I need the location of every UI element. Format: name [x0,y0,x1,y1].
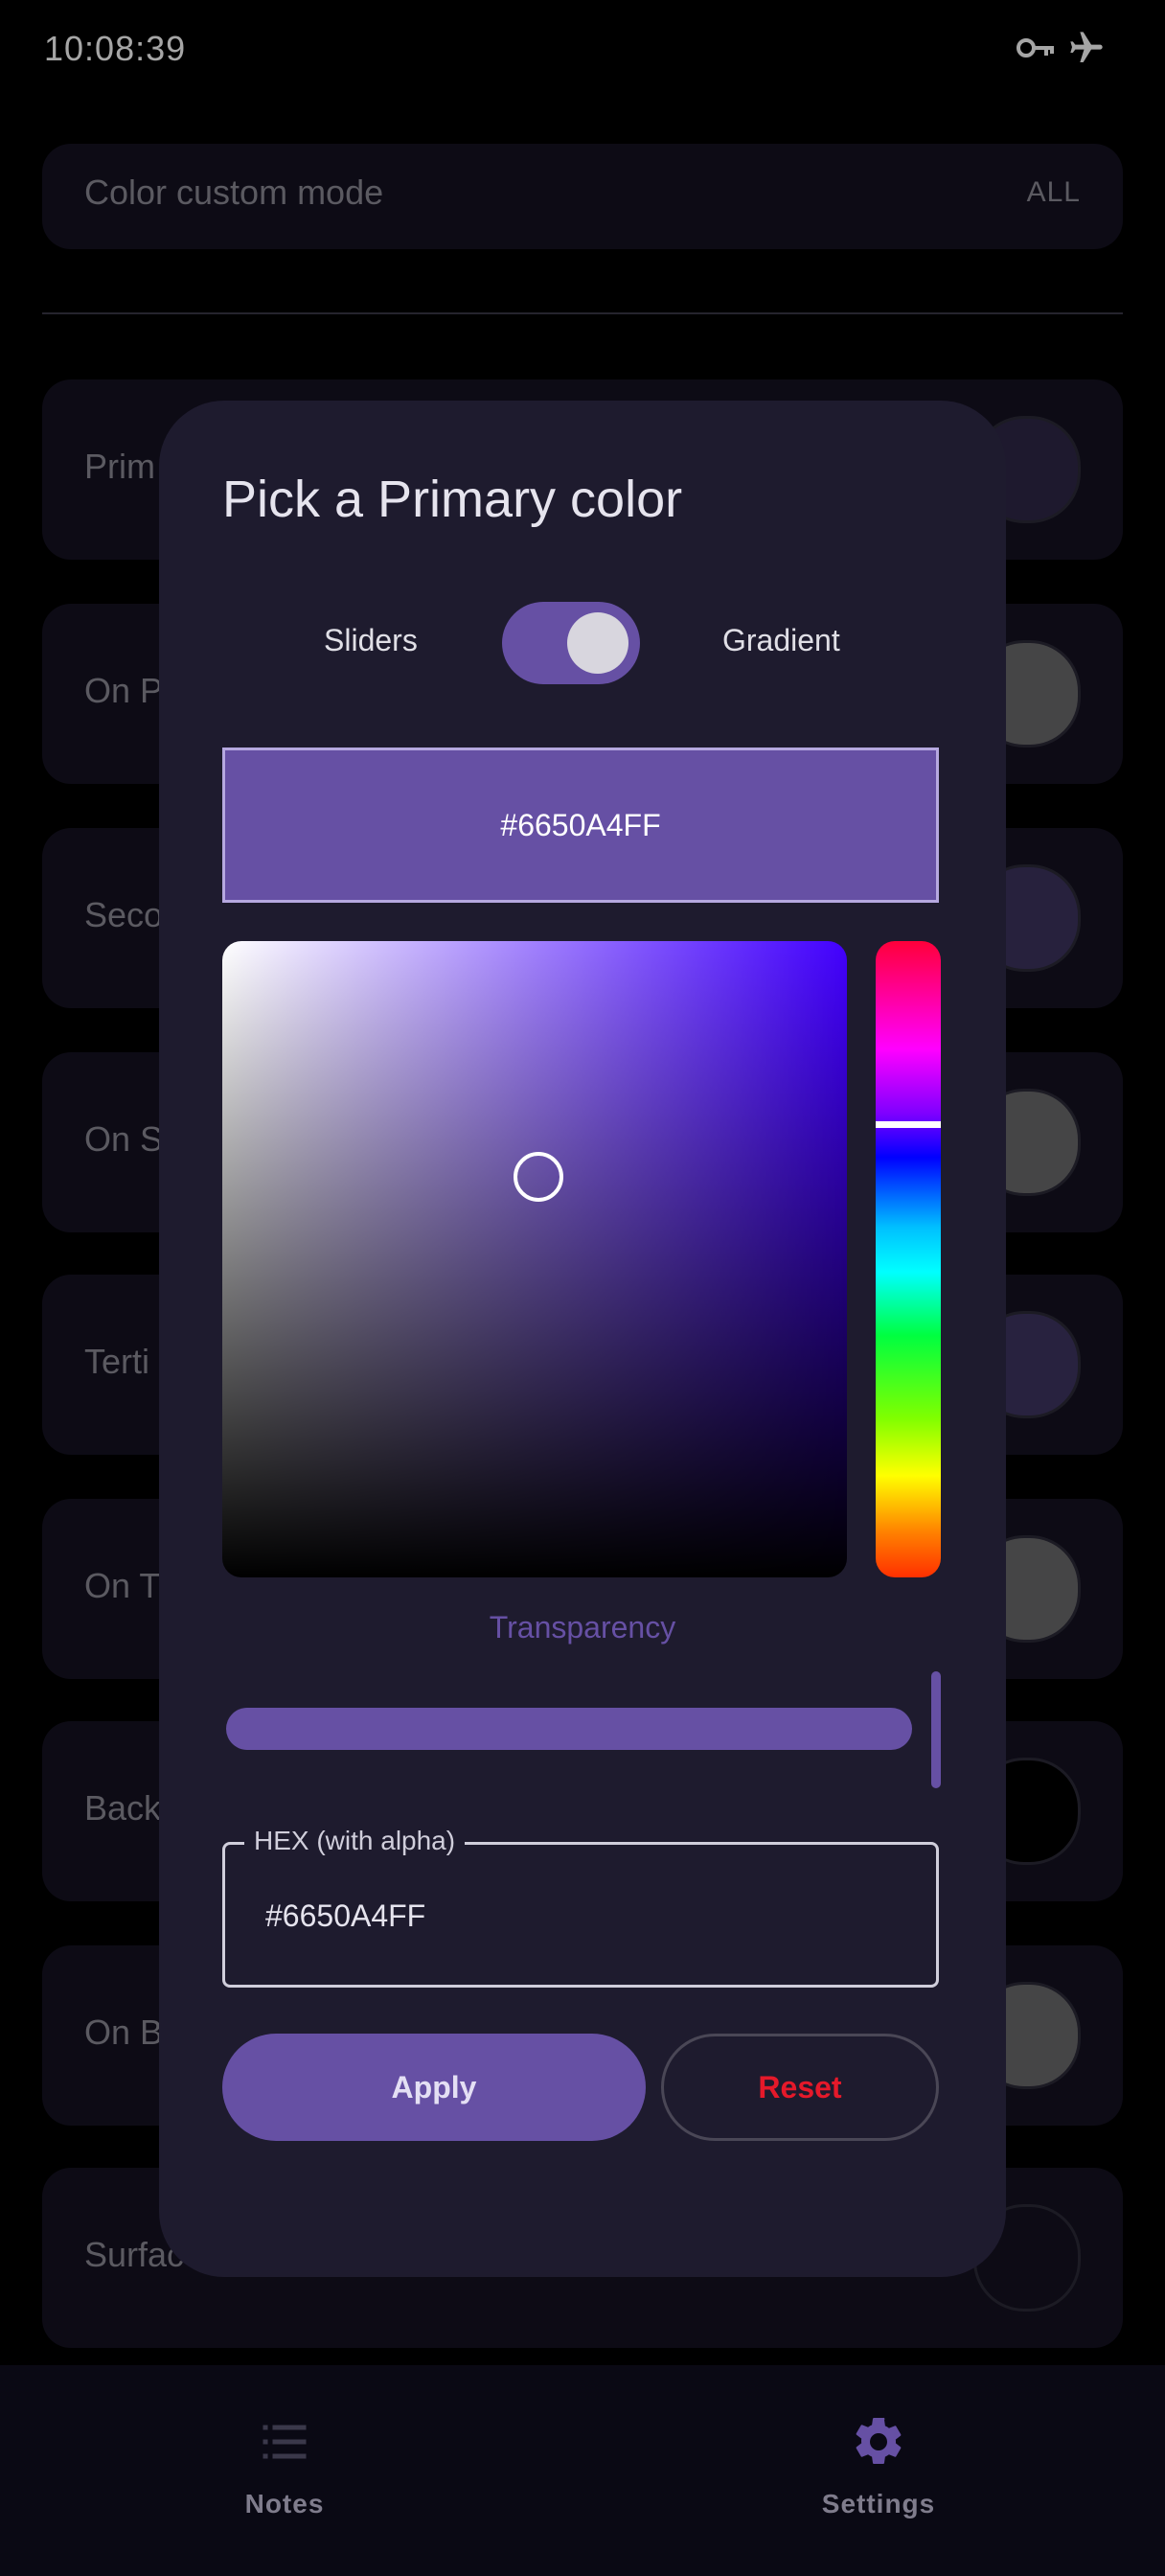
hue-slider[interactable] [876,941,941,1577]
nav-label-settings: Settings [821,2489,936,2518]
nav-item-notes[interactable]: Notes [141,2413,428,2519]
apply-button[interactable]: Apply [222,2034,646,2141]
mode-label-gradient[interactable]: Gradient [722,623,840,658]
gear-icon [856,2417,902,2464]
reset-button[interactable]: Reset [661,2034,939,2141]
hex-input-field[interactable]: HEX (with alpha) #6650A4FF [222,1826,939,1988]
hex-field-label: HEX (with alpha) [244,1826,466,1856]
alpha-slider-track[interactable] [226,1708,912,1750]
list-icon [263,2425,307,2459]
sv-cursor[interactable] [514,1152,563,1202]
nav-item-settings[interactable]: Settings [735,2413,1022,2519]
mode-label-sliders[interactable]: Sliders [324,623,418,658]
color-picker-dialog: Pick a Primary color Sliders Gradient #6… [159,401,1006,2277]
saturation-value-panel[interactable] [222,941,847,1577]
nav-label-notes: Notes [244,2489,325,2518]
toggle-thumb [567,612,628,674]
transparency-label: Transparency [489,1610,676,1644]
hex-input-value[interactable]: #6650A4FF [265,1898,425,1934]
bottom-nav: Notes Settings [0,2365,1165,2576]
alpha-slider-thumb[interactable] [931,1671,941,1788]
color-preview: #6650A4FF [222,748,939,903]
mode-toggle-switch[interactable] [502,602,640,684]
dialog-title: Pick a Primary color [222,471,683,528]
hue-slider-marker[interactable] [876,1121,941,1128]
